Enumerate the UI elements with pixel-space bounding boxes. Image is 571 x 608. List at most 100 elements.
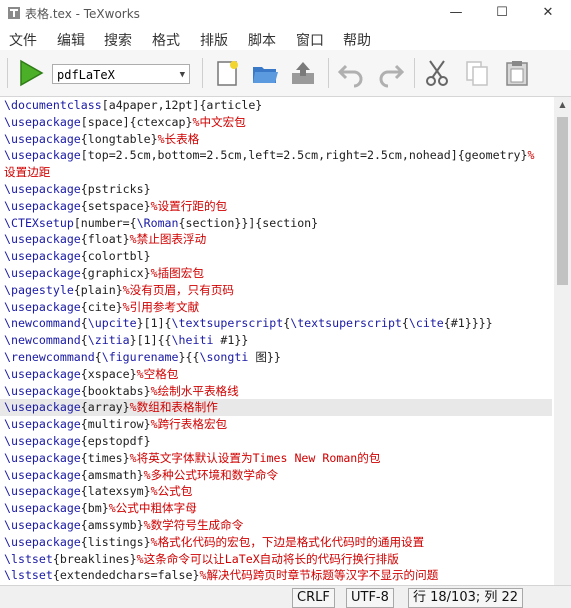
scroll-up-icon[interactable]: ▲ [554,97,571,113]
code-comment: %这条命令可以让LaTeX自动将长的代码行换行排版 [136,551,399,566]
code-line[interactable]: \lstset{extendedchars=false}%解决代码跨页时章节标题… [0,567,552,584]
code-line[interactable]: \usepackage{multirow}%跨行表格宏包 [0,416,552,433]
source-editor[interactable]: \documentclass[a4paper,12pt]{article} \us… [0,97,552,585]
save-icon[interactable] [288,58,318,88]
engine-select[interactable]: pdfLaTeX ▼ [52,64,190,84]
code-command: \lstset [4,551,53,566]
code-line[interactable]: \usepackage{booktabs}%绘制水平表格线 [0,383,552,400]
menu-scripts[interactable]: 脚本 [248,30,276,50]
redo-icon[interactable] [376,58,406,88]
code-comment: %数组和表格制作 [129,400,218,415]
menu-typeset[interactable]: 排版 [200,30,228,50]
toolbar-separator [328,58,329,88]
code-command: \usepackage [4,383,81,398]
code-line[interactable]: \usepackage[space]{ctexcap}%中文宏包 [0,114,552,131]
menu-format[interactable]: 格式 [152,30,180,50]
code-line[interactable]: \usepackage{epstopdf} [0,433,552,450]
code-text: {extendedchars=false} [52,568,200,583]
line-ending-indicator[interactable]: CRLF [292,588,335,608]
menu-search[interactable]: 搜索 [104,30,132,50]
code-text: {pstricks} [80,181,151,196]
menu-help[interactable]: 帮助 [343,30,371,50]
typeset-play-icon[interactable] [15,58,45,88]
code-command: \usepackage [4,249,81,264]
code-comment: 设置边距 [4,165,51,180]
code-command: \usepackage [4,232,81,247]
code-command: \Roman [136,215,179,230]
code-command: \usepackage [4,417,81,432]
code-text: {section}}]{section} [178,215,319,230]
code-command: \usepackage [4,501,81,516]
code-line[interactable]: \usepackage{listings}%格式化代码的宏包，下边是格式化代码时… [0,534,552,551]
code-comment: %跨行表格宏包 [150,417,228,432]
code-text: {epstopdf} [80,433,151,448]
code-line[interactable]: \usepackage{colortbl} [0,248,552,265]
code-comment: %格式化代码的宏包，下边是格式化代码时的通用设置 [150,534,425,549]
cut-icon[interactable] [422,58,452,88]
toolbar: pdfLaTeX ▼ [0,50,571,97]
code-line[interactable]: \usepackage{pstricks} [0,181,552,198]
code-line[interactable]: \usepackage{cite}%引用参考文献 [0,299,552,316]
minimize-button[interactable]: — [433,0,479,26]
code-command: \usepackage [4,400,81,415]
code-line[interactable]: \usepackage{array}%数组和表格制作 [0,399,552,417]
code-line[interactable]: \newcommand{\zitia}[1]{{\heiti #1}} [0,332,552,349]
new-document-icon[interactable] [212,58,242,88]
code-command: \usepackage [4,467,81,482]
code-command: \cite [408,316,444,331]
code-text: {#1}}}} [443,316,493,331]
vertical-scrollbar[interactable]: ▲ [554,97,571,585]
code-line[interactable]: \usepackage[top=2.5cm,bottom=2.5cm,left=… [0,147,552,164]
code-text: {amssymb} [80,517,144,532]
code-line[interactable]: \usepackage{longtable}%长表格 [0,131,552,148]
code-line[interactable]: \usepackage{graphicx}%插图宏包 [0,265,552,282]
code-command: \textsuperscript [171,316,284,331]
undo-icon[interactable] [336,58,366,88]
code-line[interactable]: \usepackage{xspace}%空格包 [0,366,552,383]
code-text: {booktabs} [80,383,151,398]
close-button[interactable]: ✕ [525,0,571,26]
code-line[interactable]: \usepackage{times}%将英文字体默认设置为Times New R… [0,450,552,467]
copy-icon[interactable] [462,58,492,88]
code-text: {multirow} [80,417,151,432]
code-line[interactable]: \newcommand{\upcite}[1]{\textsuperscript… [0,315,552,332]
code-line[interactable]: \usepackage{latexsym}%公式包 [0,483,552,500]
menu-bar: 文件 编辑 搜索 格式 排版 脚本 窗口 帮助 [0,26,571,50]
code-command: \textsuperscript [290,316,402,331]
chevron-down-icon: ▼ [179,70,185,80]
code-line[interactable]: \pagestyle{plain}%没有页眉，只有页码 [0,282,552,299]
code-line[interactable]: \usepackage{float}%禁止图表浮动 [0,231,552,248]
paste-icon[interactable] [502,58,532,88]
code-text: }{{ [178,349,200,364]
code-command: \documentclass [4,98,102,112]
toolbar-separator [202,58,203,88]
code-comment: %数学符号生成命令 [143,517,244,532]
menu-edit[interactable]: 编辑 [57,30,85,50]
menu-file[interactable]: 文件 [9,30,37,50]
cursor-position[interactable]: 行 18/103; 列 22 [408,588,524,608]
code-comment: %中文宏包 [192,114,246,129]
code-text: {latexsym} [80,484,151,499]
code-line[interactable]: \usepackage{amssymb}%数学符号生成命令 [0,517,552,534]
code-line[interactable]: \documentclass[a4paper,12pt]{article} [0,97,552,114]
code-command: \newcommand [4,333,81,348]
code-line[interactable]: \usepackage{amsmath}%多种公式环境和数学命令 [0,467,552,484]
scrollbar-thumb[interactable] [557,117,568,285]
code-line[interactable]: \renewcommand{\figurename}{{\songti 图}} [0,349,552,366]
code-line[interactable]: \lstset{breaklines}%这条命令可以让LaTeX自动将长的代码行… [0,551,552,568]
menu-window[interactable]: 窗口 [296,30,324,50]
code-line[interactable]: 设置边距 [0,164,552,181]
encoding-indicator[interactable]: UTF-8 [346,588,394,608]
open-folder-icon[interactable] [250,58,280,88]
maximize-button[interactable]: ☐ [479,0,525,26]
code-line[interactable]: \usepackage{setspace}%设置行距的包 [0,198,552,215]
code-line[interactable]: \usepackage{bm}%公式中粗体字母 [0,500,552,517]
code-text: {breaklines} [52,551,137,566]
code-comment: %解决代码跨页时章节标题等汉字不显示的问题 [199,568,439,583]
window-title: 表格.tex - TeXworks [25,7,140,21]
code-command: \usepackage [4,366,81,381]
code-command: \usepackage [4,433,81,448]
code-text: {listings} [80,534,151,549]
code-line[interactable]: \CTEXsetup[number={\Roman{section}}]{sec… [0,215,552,232]
toolbar-separator [414,58,415,88]
